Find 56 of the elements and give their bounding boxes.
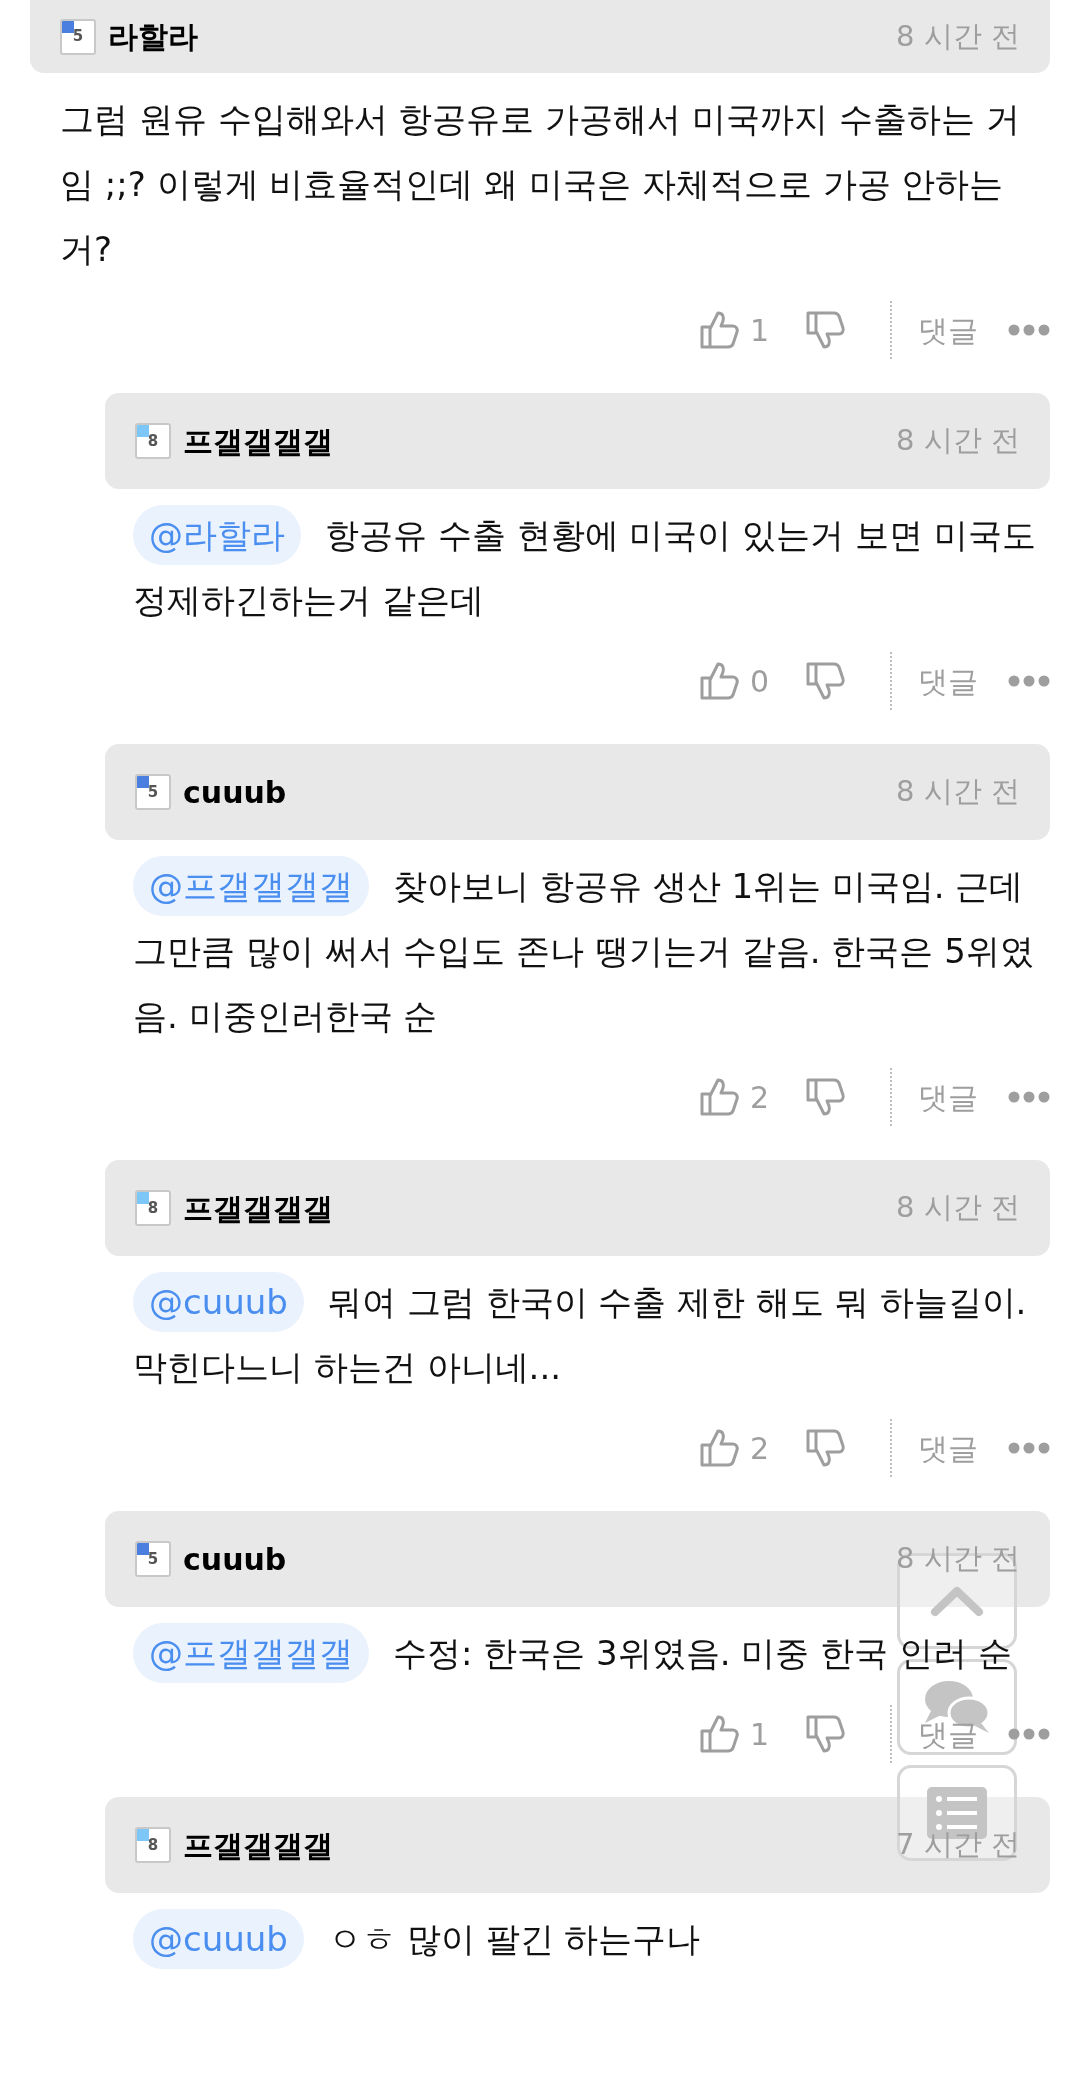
timestamp: 8 시간 전 [896, 773, 1020, 811]
timestamp: 8 시간 전 [896, 422, 1020, 460]
mention-link[interactable]: @프갤갤갤갤 [133, 1623, 369, 1683]
more-icon[interactable] [1008, 675, 1050, 687]
thumbs-up-icon[interactable] [698, 1076, 740, 1118]
thumbs-up-icon[interactable] [698, 1427, 740, 1469]
author-name[interactable]: cuuub [183, 1536, 897, 1582]
level-number: 8 [147, 430, 159, 452]
author-name[interactable]: 프갤갤갤갤 [183, 1822, 897, 1868]
level-number: 5 [72, 26, 84, 48]
reply-link[interactable]: 댓글 [918, 1711, 978, 1757]
author-name[interactable]: 프갤갤갤갤 [183, 1185, 897, 1231]
comment-text: @cuuub ㅇㅎ 많이 팔긴 하는구나 [133, 1907, 1050, 1972]
comment-text: @cuuub 뭐여 그럼 한국이 수출 제한 해도 뭐 하늘길이.막힌다느니 하는건 아니네... [133, 1270, 1050, 1400]
mention-link[interactable]: @라할라 [133, 505, 301, 565]
timestamp: 7 시간 전 [896, 1826, 1020, 1864]
like-count: 1 [750, 1715, 771, 1754]
level-number: 8 [147, 1197, 159, 1219]
level-number: 5 [147, 1548, 159, 1570]
list-button[interactable] [897, 1765, 1017, 1861]
author-name[interactable]: 프갤갤갤갤 [183, 418, 897, 464]
thumbs-down-icon[interactable] [804, 1427, 846, 1469]
like-count: 0 [750, 662, 771, 701]
level-number: 8 [147, 1834, 159, 1856]
like-count: 2 [750, 1429, 771, 1468]
more-icon[interactable] [1008, 1442, 1050, 1454]
comment-text: @프갤갤갤갤 찾아보니 항공유 생산 1위는 미국임. 근데 그만큼 많이 써서 수입도 존나 땡기는거 같음. 한국은 5위였음. 미중인러한국 순 [133, 854, 1050, 1049]
thumbs-up-icon[interactable] [698, 660, 740, 702]
timestamp: 8 시간 전 [896, 1189, 1020, 1227]
mention-link[interactable]: @cuuub [133, 1909, 304, 1969]
author-name[interactable]: 라할라 [108, 14, 897, 59]
like-count: 2 [750, 1078, 771, 1117]
level-number: 5 [147, 781, 159, 803]
mention-link[interactable]: @cuuub [133, 1272, 304, 1332]
chevron-up-icon [930, 1585, 984, 1617]
thumbs-down-icon[interactable] [804, 1713, 846, 1755]
reply-link[interactable]: 댓글 [918, 1074, 978, 1120]
mention-link[interactable]: @프갤갤갤갤 [133, 856, 369, 916]
timestamp: 8 시간 전 [896, 1540, 1020, 1578]
reply-link[interactable]: 댓글 [918, 1425, 978, 1471]
comment-text: @프갤갤갤갤 수정: 한국은 3위였음. 미중 한국 인러 순 [133, 1621, 1050, 1686]
thumbs-up-icon[interactable] [698, 309, 740, 351]
thumbs-down-icon[interactable] [804, 1076, 846, 1118]
timestamp: 8 시간 전 [896, 17, 1020, 55]
comment-text: @라할라 항공유 수출 현황에 미국이 있는거 보면 미국도 정제하긴하는거 같은데 [133, 503, 1050, 633]
thumbs-up-icon[interactable] [698, 1713, 740, 1755]
author-name[interactable]: cuuub [183, 769, 897, 815]
thumbs-down-icon[interactable] [804, 660, 846, 702]
reply-link[interactable]: 댓글 [918, 658, 978, 704]
like-count: 1 [750, 311, 771, 350]
thumbs-down-icon[interactable] [804, 309, 846, 351]
comment-text: 그럼 원유 수입해와서 항공유로 가공해서 미국까지 수출하는 거임 ;;? 이렇게 비효율적인데 왜 미국은 자체적으로 가공 안하는거? [60, 98, 1021, 271]
more-icon[interactable] [1008, 1728, 1050, 1740]
reply-link[interactable]: 댓글 [918, 307, 978, 353]
more-icon[interactable] [1008, 324, 1050, 336]
more-icon[interactable] [1008, 1091, 1050, 1103]
